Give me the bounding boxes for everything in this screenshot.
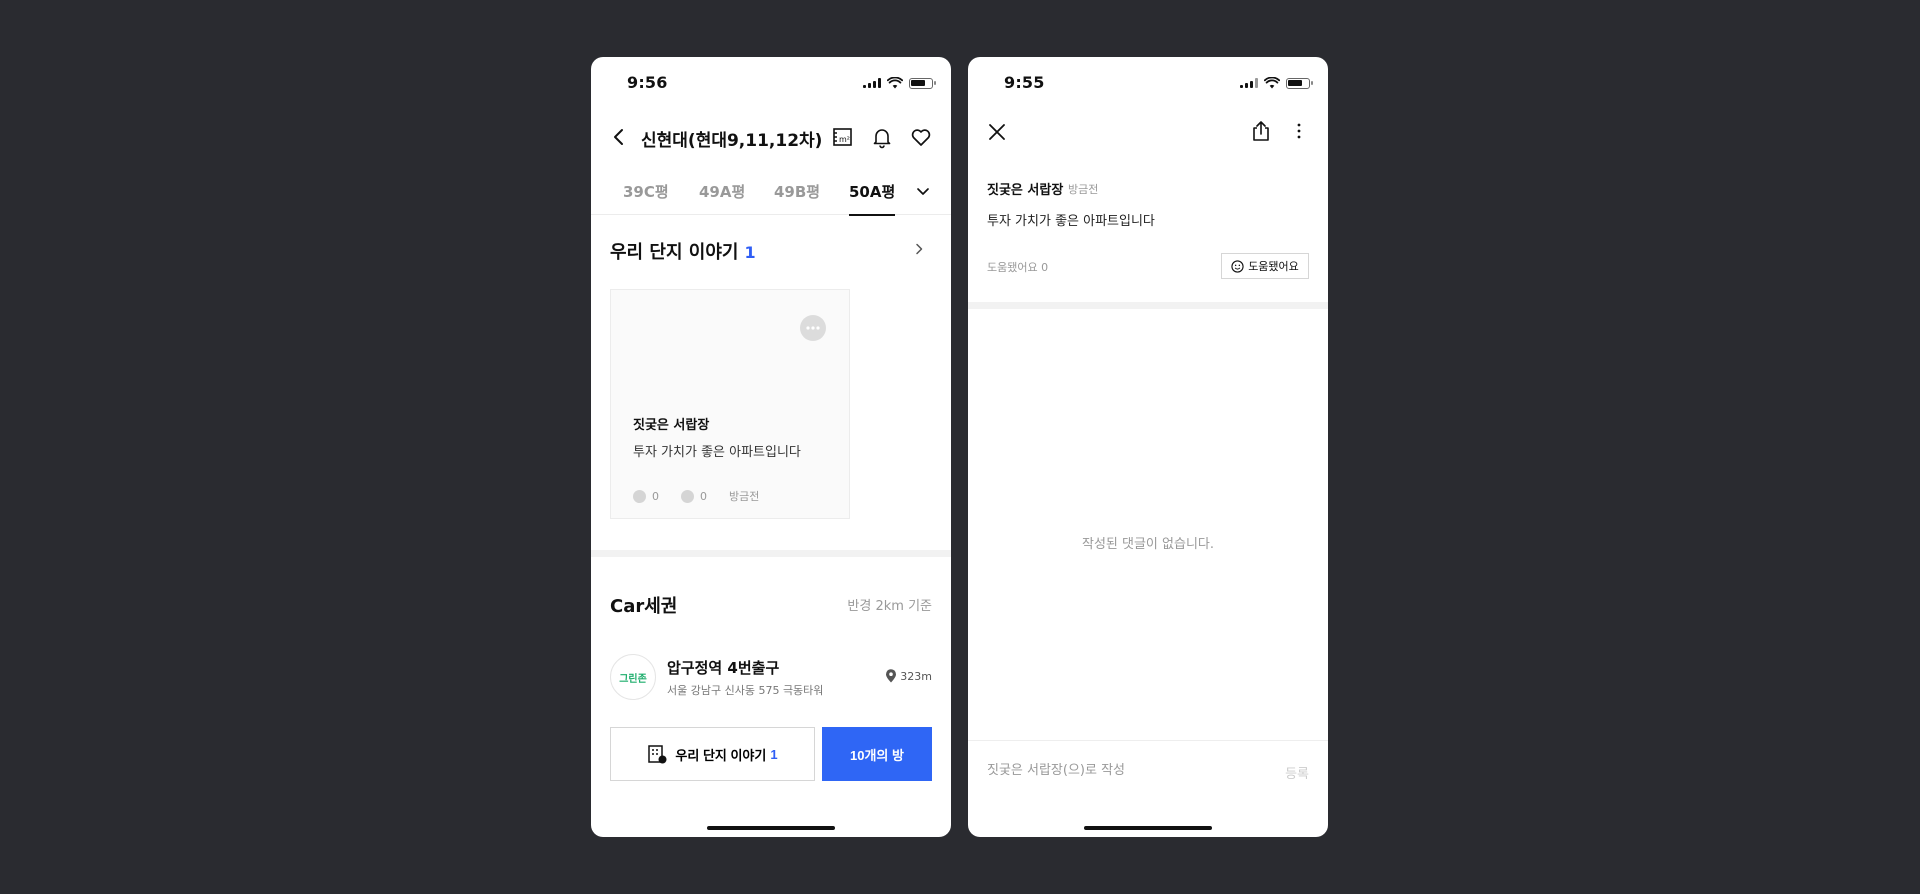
section-divider — [591, 550, 951, 557]
post-time: 방금전 — [1068, 183, 1099, 196]
card-author: 짓궂은 서랍장 — [633, 418, 710, 433]
svg-text:m²: m² — [839, 135, 850, 144]
story-section-title: 우리 단지 이야기 1 — [610, 238, 756, 264]
status-icons — [863, 77, 936, 89]
tab-49b[interactable]: 49B평 — [774, 181, 820, 202]
page-title: 신현대(현대9,11,12차) — [641, 131, 823, 151]
empty-comments: 작성된 댓글이 없습니다. — [1082, 537, 1214, 552]
tab-49a[interactable]: 49A평 — [699, 181, 745, 202]
header: 신현대(현대9,11,12차) m² — [591, 115, 951, 159]
status-icons — [1240, 77, 1313, 89]
chat-bubble-icon — [800, 315, 826, 341]
area-unit-icon[interactable]: m² — [831, 125, 855, 149]
post-author: 짓궂은 서랍장 — [987, 183, 1064, 198]
story-button[interactable]: 우리 단지 이야기 1 — [610, 727, 815, 781]
story-title-text: 우리 단지 이야기 — [610, 242, 739, 263]
place-distance-text: 323m — [900, 669, 932, 683]
place-distance: 323m — [885, 669, 932, 683]
battery-icon — [909, 77, 936, 89]
story-button-label: 우리 단지 이야기 — [675, 747, 767, 763]
home-indicator — [1084, 826, 1212, 830]
phone-right: 9:55 짓궂은 서랍장 방금전 투자 가치가 좋은 아파트입니다 도움됐어요 … — [968, 57, 1328, 837]
car-section-title: Car세권 — [610, 596, 678, 617]
comment-icon — [681, 489, 694, 503]
section-divider — [968, 302, 1328, 309]
helpful-button-label: 도움됐어요 — [1248, 261, 1299, 273]
tab-50a[interactable]: 50A평 — [849, 181, 896, 216]
header-actions: m² — [831, 125, 933, 149]
car-radius: 반경 2km 기준 — [847, 599, 932, 614]
helpful-button[interactable]: 도움됐어요 — [1221, 253, 1309, 279]
wifi-icon — [887, 77, 903, 89]
submit-button[interactable]: 등록 — [1285, 763, 1309, 782]
smile-icon — [1231, 259, 1244, 273]
story-count: 1 — [744, 243, 756, 262]
status-bar: 9:55 — [968, 73, 1328, 93]
post-body: 투자 가치가 좋은 아파트입니다 — [987, 214, 1155, 229]
card-meta: 0 0 방금전 — [633, 488, 759, 504]
close-icon[interactable] — [986, 121, 1008, 143]
rooms-button[interactable]: 10개의 방 — [822, 727, 932, 781]
chevron-right-icon[interactable] — [913, 243, 925, 255]
card-likes: 0 — [652, 489, 659, 503]
chevron-down-icon[interactable] — [915, 183, 931, 199]
tab-39c[interactable]: 39C평 — [623, 181, 669, 202]
back-arrow-icon[interactable] — [609, 127, 629, 147]
status-time: 9:55 — [1004, 73, 1045, 92]
building-chat-icon — [648, 745, 667, 764]
story-card[interactable]: 짓궂은 서랍장 투자 가치가 좋은 아파트입니다 0 0 방금전 — [610, 289, 850, 519]
story-button-count: 1 — [770, 746, 778, 762]
phone-left: 9:56 신현대(현대9,11,12차) m² 39C평 49A평 49B평 5… — [591, 57, 951, 837]
place-name[interactable]: 압구정역 4번출구 — [667, 657, 779, 678]
more-vertical-icon[interactable] — [1290, 122, 1308, 140]
share-icon[interactable] — [1250, 120, 1272, 142]
card-time: 방금전 — [729, 490, 760, 503]
help-count: 도움됐어요 0 — [987, 261, 1049, 274]
heart-icon[interactable] — [909, 125, 933, 149]
status-time: 9:56 — [627, 73, 668, 92]
battery-icon — [1286, 77, 1313, 89]
size-tabs: 39C평 49A평 49B평 50A평 — [591, 171, 951, 216]
smile-icon — [633, 489, 646, 503]
location-pin-icon — [886, 669, 897, 683]
home-indicator — [707, 826, 835, 830]
comment-input-bar: 등록 — [968, 740, 1328, 804]
signal-icon — [863, 78, 881, 88]
bell-icon[interactable] — [870, 125, 894, 149]
place-logo: 그린존 — [610, 654, 656, 700]
card-comments: 0 — [700, 489, 707, 503]
signal-icon — [1240, 78, 1258, 88]
card-body: 투자 가치가 좋은 아파트입니다 — [633, 445, 801, 460]
comment-input[interactable] — [987, 763, 1247, 778]
wifi-icon — [1264, 77, 1280, 89]
status-bar: 9:56 — [591, 73, 951, 93]
place-address: 서울 강남구 신사동 575 극동타워 — [667, 684, 824, 697]
